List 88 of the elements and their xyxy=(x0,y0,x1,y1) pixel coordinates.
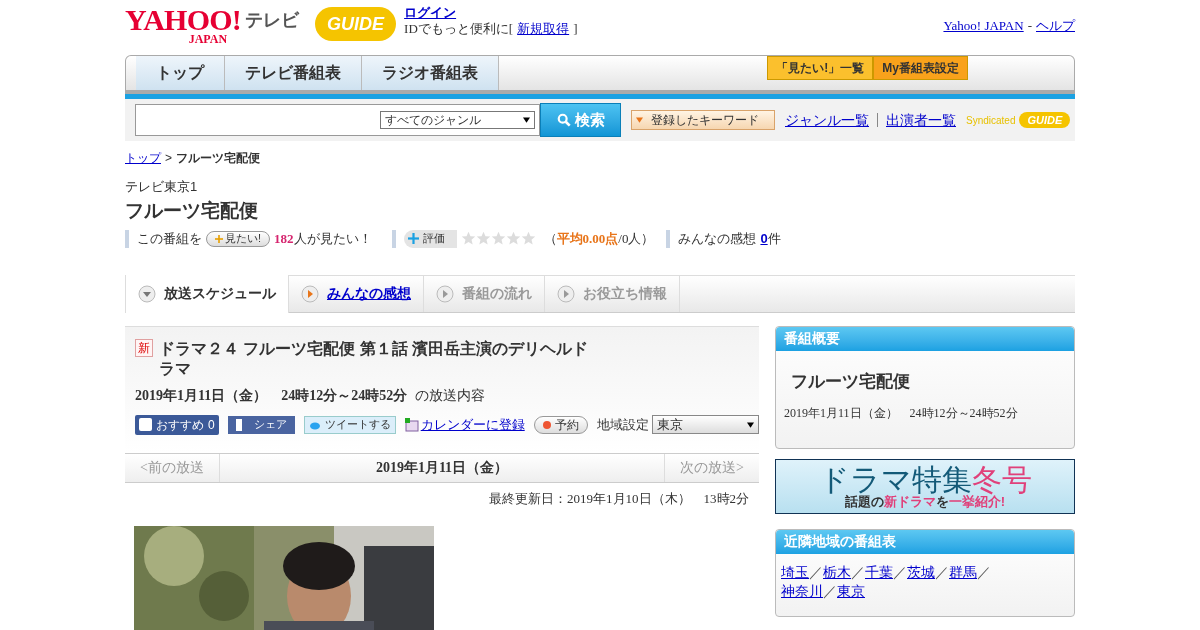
region-link[interactable]: 神奈川 xyxy=(781,581,823,601)
star-icon xyxy=(505,231,521,246)
breadcrumb-current: フルーツ宅配便 xyxy=(176,151,260,165)
reserve-button[interactable]: 予約 xyxy=(533,415,588,434)
region-separator: ／ xyxy=(851,563,865,580)
nav-tab[interactable]: ラジオ番組表 xyxy=(362,56,499,90)
nav-tab[interactable]: トップ xyxy=(136,56,225,90)
broadcast-date: 2019年1月11日（金） xyxy=(374,459,510,477)
region-link[interactable]: 東京 xyxy=(837,581,865,601)
genre-link[interactable]: ジャンル一覧 xyxy=(785,109,869,131)
caret-icon xyxy=(523,117,530,123)
tweet-button[interactable]: ツイートする xyxy=(303,415,396,434)
region-select[interactable]: 東京 xyxy=(651,415,759,434)
star-icon xyxy=(490,231,506,246)
comments-count[interactable]: 0 xyxy=(760,228,768,249)
rate-button[interactable]: 評価 xyxy=(403,229,457,248)
region-separator: ／ xyxy=(935,563,949,580)
logo[interactable]: YAHOO! xyxy=(125,5,242,35)
want-button[interactable]: 見たい! xyxy=(206,230,271,247)
region-separator: ／ xyxy=(893,563,907,580)
star-icon xyxy=(475,231,491,246)
new-badge: 新 xyxy=(135,338,153,357)
calendar-icon xyxy=(404,417,419,432)
play-icon xyxy=(436,284,454,303)
guide-logo: GUIDE xyxy=(315,7,397,41)
last-updated: 最終更新日：2019年1月10日（木） 13時2分 xyxy=(489,489,749,508)
region-link[interactable]: 群馬 xyxy=(949,562,977,582)
play-icon xyxy=(301,284,319,303)
summary-title: フルーツ宅配便 xyxy=(791,370,911,393)
share-button[interactable]: シェア xyxy=(227,415,295,434)
nav-tab[interactable]: テレビ番組表 xyxy=(225,56,362,90)
cast-link[interactable]: 出演者一覧 xyxy=(886,109,956,131)
service-name: テレビ xyxy=(245,9,300,32)
breadcrumb-separator: > xyxy=(165,151,172,165)
region-link[interactable]: 千葉 xyxy=(865,562,893,582)
region-link[interactable]: 埼玉 xyxy=(781,562,809,582)
search-field[interactable]: すべてのジャンル xyxy=(135,104,540,136)
help-link[interactable]: ヘルプ xyxy=(1036,16,1075,36)
link-separator: - xyxy=(1027,17,1032,35)
region-link[interactable]: 栃木 xyxy=(823,562,851,582)
recommend-button[interactable]: おすすめ 0 xyxy=(135,414,219,435)
comments-suffix: 件 xyxy=(767,229,781,248)
region-separator: ／ xyxy=(809,563,823,580)
star-icon xyxy=(520,231,536,246)
comments-label: みんなの感想 xyxy=(678,229,757,248)
card-heading: 番組概要 xyxy=(776,326,1074,351)
calendar-link[interactable]: カレンダーに登録 xyxy=(420,414,525,435)
signup-prompt: IDでもっと便利に[ xyxy=(404,21,514,37)
program-title: フルーツ宅配便 xyxy=(125,198,259,223)
nav-button[interactable]: My番組表設定 xyxy=(873,56,968,80)
want-suffix: 人が見たい！ xyxy=(293,229,372,248)
channel-name: テレビ東京1 xyxy=(125,178,199,196)
airtime: 2019年1月11日（金） 24時12分～24時52分 xyxy=(135,386,408,405)
plus-icon xyxy=(407,233,419,244)
search-icon xyxy=(556,113,571,127)
want-label: この番組を xyxy=(137,229,202,248)
facebook-icon xyxy=(139,418,152,431)
yahoo-link[interactable]: Yahoo! JAPAN xyxy=(943,16,1024,36)
syndicated-label: Syndicated xyxy=(966,113,1016,128)
signup-link[interactable]: 新規取得 xyxy=(517,21,570,37)
logo-subtitle: JAPAN xyxy=(188,33,228,45)
genre-select[interactable]: すべてのジャンル xyxy=(380,111,535,129)
bracket-text: ] xyxy=(573,21,578,37)
want-count: 182 xyxy=(274,229,294,248)
region-separator: ／ xyxy=(977,563,991,580)
nav-button[interactable]: 「見たい!」一覧 xyxy=(767,56,874,80)
caret-icon xyxy=(636,117,643,123)
region-link[interactable]: 茨城 xyxy=(907,562,935,582)
airtime-suffix: の放送内容 xyxy=(415,385,486,405)
record-icon xyxy=(542,420,551,429)
region-label: 地域設定 xyxy=(596,415,649,434)
card-heading: 近隣地域の番組表 xyxy=(776,529,1074,554)
region-separator: ／ xyxy=(823,582,837,599)
caret-icon xyxy=(747,421,754,428)
drama-banner[interactable]: ドラマ特集冬号 話題の新ドラマを一挙紹介! xyxy=(775,458,1075,514)
section-tab[interactable]: 放送スケジュール xyxy=(125,274,289,313)
login-link[interactable]: ログイン xyxy=(404,5,578,21)
episode-title: ドラマ２４ フルーツ宅配便 第１話 濱田岳主演のデリヘルドラマ xyxy=(159,338,590,379)
average-rating: （平均0.00点/0人） xyxy=(543,229,655,248)
caret-down-icon xyxy=(138,284,156,303)
guide-logo: GUIDE xyxy=(1019,111,1071,129)
star-icon xyxy=(460,231,476,246)
facebook-icon xyxy=(235,418,242,431)
breadcrumb-link[interactable]: トップ xyxy=(125,151,161,165)
keyword-dropdown[interactable]: 登録したキーワード xyxy=(631,110,775,130)
summary-airtime: 2019年1月11日（金） 24時12分～24時52分 xyxy=(784,405,1019,422)
play-icon xyxy=(557,284,575,303)
plus-icon xyxy=(215,234,223,243)
